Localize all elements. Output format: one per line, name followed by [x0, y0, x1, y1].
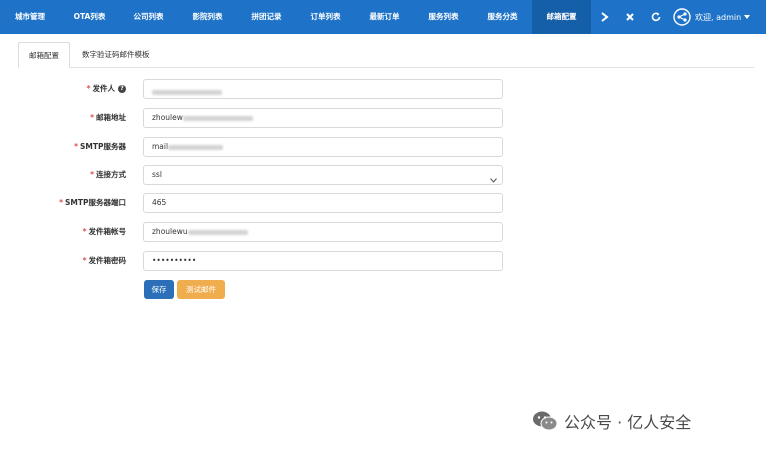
email-address-label: * 邮箱地址	[90, 113, 126, 122]
wechat-watermark: 公众号 · 亿人安全	[532, 409, 691, 433]
chevron-right-icon[interactable]	[591, 0, 617, 34]
redacted-text	[182, 115, 253, 121]
email-address-input[interactable]: zhoulew	[143, 108, 503, 128]
watermark-text: 公众号 · 亿人安全	[564, 413, 692, 432]
caret-down-icon	[744, 15, 751, 19]
account-label: * 发件箱帐号	[82, 227, 126, 236]
nav-service-list[interactable]: 服务列表	[414, 0, 473, 34]
form-row-sender: * 发件人?	[0, 79, 766, 99]
nav-order-list[interactable]: 订单列表	[296, 0, 355, 34]
smtp-port-label: * SMTP服务器端口	[59, 198, 126, 207]
top-navbar: 城市管理 OTA列表 公司列表 影院列表 拼团记录 订单列表 最新订单 服务列表…	[0, 0, 766, 34]
nav-ota-list[interactable]: OTA列表	[60, 0, 119, 34]
nav-service-category[interactable]: 服务分类	[473, 0, 532, 34]
tab-code-email-template[interactable]: 数字验证码邮件模板	[72, 42, 160, 68]
smtp-server-label: * SMTP服务器	[74, 142, 126, 151]
save-button[interactable]: 保存	[144, 280, 174, 299]
password-input[interactable]: ••••••••••	[143, 251, 503, 271]
test-email-button[interactable]: 测试邮件	[177, 280, 225, 299]
form-row-smtp-port: * SMTP服务器端口 465	[0, 193, 766, 213]
smtp-server-input[interactable]: mail	[143, 137, 503, 157]
smtp-port-input[interactable]: 465	[143, 193, 503, 213]
nav-city-management[interactable]: 城市管理	[0, 0, 60, 34]
nav-group-records[interactable]: 拼团记录	[237, 0, 296, 34]
user-greeting: 欢迎, admin	[695, 12, 742, 22]
wechat-icon	[532, 410, 558, 432]
form-row-connection: * 连接方式 ssl	[0, 165, 766, 185]
network-avatar-icon	[673, 8, 691, 26]
account-input[interactable]: zhoulewu	[143, 222, 503, 242]
sender-input[interactable]	[143, 79, 503, 99]
help-icon[interactable]: ?	[118, 85, 126, 93]
close-icon[interactable]	[617, 0, 643, 34]
nav-email-config[interactable]: 邮箱配置	[532, 0, 591, 34]
sender-label: * 发件人?	[87, 79, 126, 99]
redacted-text	[152, 89, 222, 95]
connection-label: * 连接方式	[90, 170, 126, 179]
refresh-icon[interactable]	[643, 0, 669, 34]
tab-email-config[interactable]: 邮箱配置	[18, 42, 70, 68]
chevron-down-icon	[490, 172, 497, 190]
password-label: * 发件箱密码	[82, 256, 126, 265]
nav-cinema-list[interactable]: 影院列表	[178, 0, 237, 34]
tab-bar: 邮箱配置 数字验证码邮件模板	[18, 42, 754, 68]
form-row-smtp-server: * SMTP服务器 mail	[0, 137, 766, 157]
nav-company-list[interactable]: 公司列表	[119, 0, 178, 34]
user-menu[interactable]: 欢迎, admin	[669, 0, 751, 34]
nav-latest-orders[interactable]: 最新订单	[355, 0, 414, 34]
connection-select[interactable]: ssl	[143, 165, 503, 185]
redacted-text	[187, 229, 248, 235]
form-row-account: * 发件箱帐号 zhoulewu	[0, 222, 766, 242]
form-row-email-address: * 邮箱地址 zhoulew	[0, 108, 766, 128]
form-row-password: * 发件箱密码 ••••••••••	[0, 251, 766, 271]
redacted-text	[168, 144, 224, 150]
